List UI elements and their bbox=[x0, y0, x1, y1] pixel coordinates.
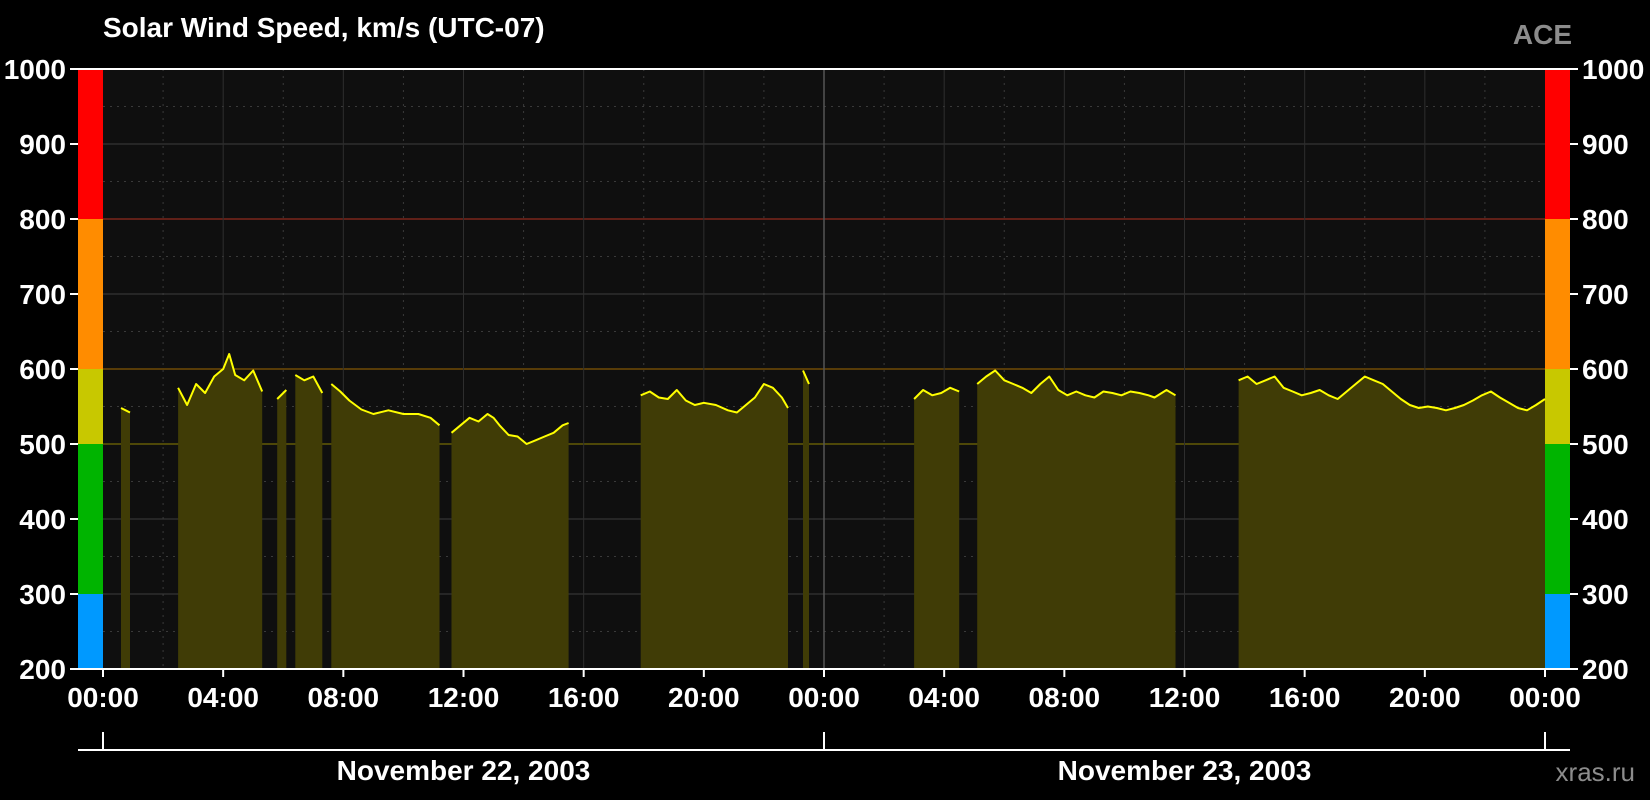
x-tick-label: 04:00 bbox=[908, 682, 980, 713]
date-label: November 22, 2003 bbox=[337, 755, 591, 786]
chart-title: Solar Wind Speed, km/s (UTC-07) bbox=[103, 12, 545, 43]
y-tick-label-right: 300 bbox=[1582, 579, 1629, 610]
y-tick-label-right: 200 bbox=[1582, 654, 1629, 685]
speed-area-segment bbox=[277, 390, 287, 669]
y-tick-label-right: 600 bbox=[1582, 354, 1629, 385]
x-tick-label: 00:00 bbox=[67, 682, 139, 713]
solar-wind-speed-chart: Solar Wind Speed, km/s (UTC-07) ACE xras… bbox=[4, 12, 1645, 787]
speed-area-segment bbox=[331, 384, 440, 669]
y-tick-label-right: 400 bbox=[1582, 504, 1629, 535]
x-tick-label: 08:00 bbox=[308, 682, 380, 713]
scale-band-left bbox=[78, 369, 103, 444]
y-tick-label-left: 600 bbox=[19, 354, 66, 385]
y-tick-label-left: 700 bbox=[19, 279, 66, 310]
date-label: November 23, 2003 bbox=[1058, 755, 1312, 786]
scale-band-right bbox=[1545, 369, 1570, 444]
scale-band-left bbox=[78, 69, 103, 219]
y-tick-label-left: 800 bbox=[19, 204, 66, 235]
scale-band-left bbox=[78, 219, 103, 369]
y-tick-label-right: 900 bbox=[1582, 129, 1629, 160]
watermark: xras.ru bbox=[1556, 757, 1635, 787]
y-tick-label-right: 1000 bbox=[1582, 54, 1644, 85]
speed-area-segment bbox=[178, 354, 263, 669]
scale-band-right bbox=[1545, 219, 1570, 369]
scale-band-right bbox=[1545, 444, 1570, 594]
scale-band-right bbox=[1545, 69, 1570, 219]
x-tick-label: 20:00 bbox=[668, 682, 740, 713]
x-tick-label: 12:00 bbox=[428, 682, 500, 713]
source-label: ACE bbox=[1513, 19, 1572, 50]
x-tick-label: 20:00 bbox=[1389, 682, 1461, 713]
scale-band-left bbox=[78, 444, 103, 594]
y-tick-label-left: 300 bbox=[19, 579, 66, 610]
y-tick-label-right: 800 bbox=[1582, 204, 1629, 235]
x-tick-label: 16:00 bbox=[1269, 682, 1341, 713]
y-tick-label-left: 500 bbox=[19, 429, 66, 460]
speed-area-segment bbox=[640, 384, 788, 669]
speed-area-segment bbox=[914, 387, 960, 669]
speed-area-segment bbox=[121, 408, 130, 669]
scale-band-left bbox=[78, 594, 103, 669]
speed-area-segment bbox=[1238, 376, 1545, 669]
x-tick-label: 00:00 bbox=[1509, 682, 1581, 713]
y-tick-label-left: 400 bbox=[19, 504, 66, 535]
x-tick-label: 08:00 bbox=[1029, 682, 1101, 713]
x-tick-label: 12:00 bbox=[1149, 682, 1221, 713]
speed-area-segment bbox=[977, 370, 1176, 669]
y-tick-label-left: 200 bbox=[19, 654, 66, 685]
speed-area-segment bbox=[451, 414, 569, 669]
speed-area-segment bbox=[295, 375, 323, 669]
x-tick-label: 04:00 bbox=[187, 682, 259, 713]
speed-area-segment bbox=[803, 370, 809, 669]
y-tick-label-right: 700 bbox=[1582, 279, 1629, 310]
scale-band-right bbox=[1545, 594, 1570, 669]
x-tick-label: 00:00 bbox=[788, 682, 860, 713]
y-tick-label-right: 500 bbox=[1582, 429, 1629, 460]
y-tick-label-left: 1000 bbox=[4, 54, 66, 85]
y-tick-label-left: 900 bbox=[19, 129, 66, 160]
x-tick-label: 16:00 bbox=[548, 682, 620, 713]
